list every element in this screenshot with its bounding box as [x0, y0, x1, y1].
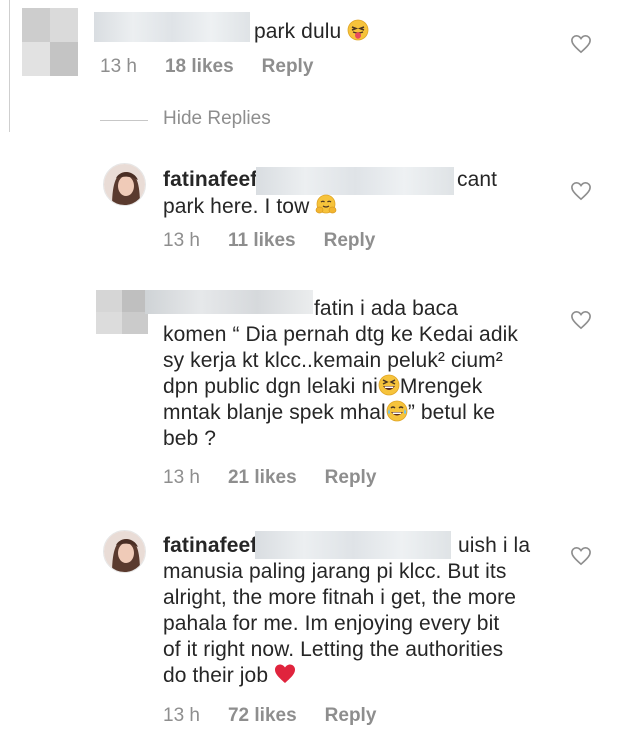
- avatar-fatinafeefa[interactable]: [103, 530, 146, 573]
- timestamp: 13 h: [163, 230, 200, 251]
- comments-thread: park dulu 13 h 18 likes Reply Hide Repli…: [0, 0, 622, 747]
- avatar-blurred[interactable]: [22, 8, 78, 76]
- reply-meta: 13 h 72 likes Reply: [163, 705, 404, 727]
- likes-count[interactable]: 11 likes: [228, 230, 296, 252]
- like-heart-icon[interactable]: [570, 546, 592, 566]
- reply-text-line2: park here. I tow: [163, 194, 337, 220]
- mention-blurred: [256, 167, 454, 195]
- reply-text: fatin i ada baca komen “ Dia pernah dtg …: [163, 297, 518, 450]
- hide-replies-divider: [100, 120, 148, 121]
- avatar-fatinafeefa[interactable]: [103, 163, 146, 206]
- squint-laugh-emoji: [378, 374, 400, 396]
- reply-button[interactable]: Reply: [325, 467, 377, 489]
- timestamp: 13 h: [163, 467, 200, 488]
- like-heart-icon[interactable]: [570, 310, 592, 330]
- reply-text: fatinafeefa: [163, 167, 269, 193]
- reply-text-lines: uish i la manusia paling jarang pi klcc.…: [163, 534, 531, 687]
- like-heart-icon[interactable]: [570, 34, 592, 54]
- username[interactable]: fatinafeefa: [163, 168, 269, 191]
- timestamp: 13 h: [163, 705, 200, 726]
- left-edge-divider: [9, 0, 10, 132]
- hide-replies-button[interactable]: Hide Replies: [163, 108, 271, 130]
- like-heart-icon[interactable]: [570, 181, 592, 201]
- reply-button[interactable]: Reply: [325, 705, 377, 727]
- reply-text-line1: cant: [457, 168, 498, 191]
- avatar-blurred[interactable]: [96, 290, 148, 334]
- comment-meta: 13 h 18 likes Reply: [100, 56, 341, 78]
- reply-meta: 13 h 21 likes Reply: [163, 467, 404, 489]
- red-heart-emoji: [274, 663, 296, 685]
- reply-button[interactable]: Reply: [324, 230, 376, 252]
- grin-sweat-emoji: [386, 400, 408, 422]
- username-blurred[interactable]: [94, 12, 250, 42]
- likes-count[interactable]: 18 likes: [165, 56, 234, 78]
- reply-button[interactable]: Reply: [262, 56, 314, 78]
- likes-count[interactable]: 21 likes: [228, 467, 297, 489]
- comment-text: park dulu: [254, 19, 369, 45]
- timestamp: 13 h: [100, 56, 137, 77]
- hug-emoji: [315, 194, 337, 216]
- likes-count[interactable]: 72 likes: [228, 705, 297, 727]
- tongue-wink-emoji: [347, 19, 369, 41]
- reply-meta: 13 h 11 likes Reply: [163, 230, 403, 252]
